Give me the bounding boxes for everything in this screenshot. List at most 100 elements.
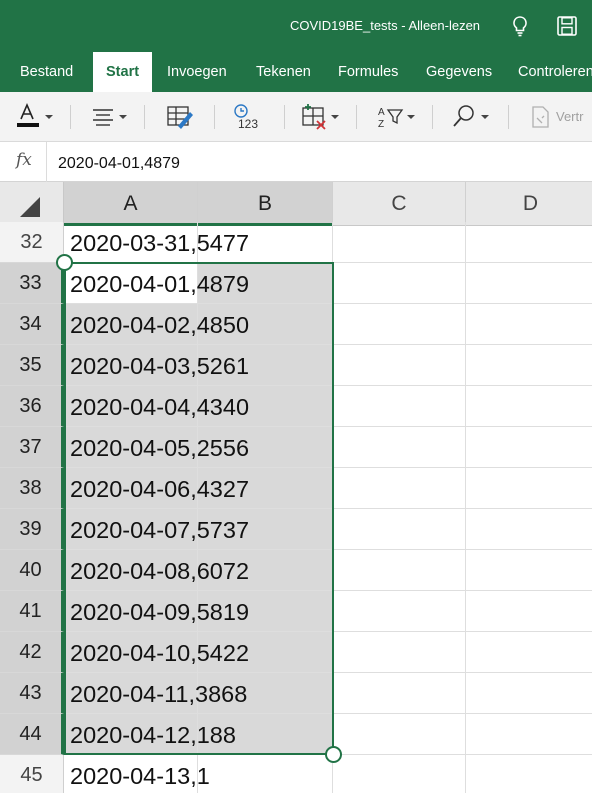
- cell-c36[interactable]: [333, 386, 466, 427]
- format-table-button[interactable]: [164, 102, 196, 132]
- cell-c43[interactable]: [333, 673, 466, 714]
- column-header-b[interactable]: B: [198, 182, 333, 226]
- row-header[interactable]: 45: [0, 755, 64, 793]
- cell-text-a44: 2020-04-12,188: [70, 722, 236, 748]
- row-header[interactable]: 34: [0, 304, 64, 345]
- toolbar-separator: [284, 105, 285, 129]
- cell-d35[interactable]: [466, 345, 592, 386]
- tab-formules[interactable]: Formules: [338, 64, 398, 80]
- cell-c35[interactable]: [333, 345, 466, 386]
- format-table-icon: [167, 106, 193, 129]
- row-header[interactable]: 33: [0, 263, 64, 304]
- cell-c45[interactable]: [333, 755, 466, 793]
- cell-d42[interactable]: [466, 632, 592, 673]
- row-header[interactable]: 35: [0, 345, 64, 386]
- ribbon-toolbar: 123 A Z Vertr: [0, 92, 592, 142]
- column-header-c[interactable]: C: [333, 182, 466, 226]
- number-format-label: 123: [238, 117, 258, 131]
- cell-text-a35: 2020-04-03,5261: [70, 353, 250, 379]
- svg-text:Z: Z: [378, 119, 384, 130]
- row-header[interactable]: 42: [0, 632, 64, 673]
- chevron-down-icon: [45, 115, 53, 119]
- cell-c40[interactable]: [333, 550, 466, 591]
- insert-delete-cells-button[interactable]: [300, 102, 342, 132]
- column-header-d[interactable]: D: [466, 182, 592, 226]
- cell-d39[interactable]: [466, 509, 592, 550]
- save-icon[interactable]: [555, 14, 579, 38]
- toolbar-separator: [70, 105, 71, 129]
- row-header[interactable]: 40: [0, 550, 64, 591]
- row-header[interactable]: 36: [0, 386, 64, 427]
- cell-d38[interactable]: [466, 468, 592, 509]
- fx-icon[interactable]: fx: [16, 150, 32, 170]
- cell-d43[interactable]: [466, 673, 592, 714]
- cell-c41[interactable]: [333, 591, 466, 632]
- cell-d33[interactable]: [466, 263, 592, 304]
- truncated-button-label: Vertr: [556, 109, 584, 124]
- tab-invoegen[interactable]: Invoegen: [167, 64, 227, 80]
- title-bar: COVID19BE_tests - Alleen-lezen: [0, 0, 592, 52]
- formula-bar: fx 2020-04-01,4879: [0, 142, 592, 182]
- cell-c39[interactable]: [333, 509, 466, 550]
- document-title: COVID19BE_tests - Alleen-lezen: [290, 18, 481, 33]
- sort-filter-icon: A Z: [378, 107, 404, 130]
- cell-d36[interactable]: [466, 386, 592, 427]
- select-all-triangle-icon: [20, 197, 40, 217]
- tab-tekenen[interactable]: Tekenen: [256, 64, 311, 80]
- cell-c33[interactable]: [333, 263, 466, 304]
- select-all-corner[interactable]: [0, 182, 64, 226]
- formula-input[interactable]: 2020-04-01,4879: [58, 155, 180, 173]
- svg-text:A: A: [378, 107, 385, 118]
- cell-d37[interactable]: [466, 427, 592, 468]
- tab-gegevens[interactable]: Gegevens: [426, 64, 492, 80]
- cell-d40[interactable]: [466, 550, 592, 591]
- cell-text-a45: 2020-04-13,1: [70, 763, 210, 789]
- selection-handle-top-left[interactable]: [56, 254, 73, 271]
- search-icon: [453, 105, 474, 127]
- row-header[interactable]: 43: [0, 673, 64, 714]
- tab-start[interactable]: Start: [93, 52, 153, 92]
- align-icon: [93, 109, 113, 126]
- cell-d45[interactable]: [466, 755, 592, 793]
- column-header-a[interactable]: A: [64, 182, 198, 226]
- cell-c32[interactable]: [333, 222, 466, 263]
- find-button[interactable]: [450, 102, 492, 132]
- toolbar-separator: [214, 105, 215, 129]
- row-header[interactable]: 37: [0, 427, 64, 468]
- row-header[interactable]: 41: [0, 591, 64, 632]
- cell-d44[interactable]: [466, 714, 592, 755]
- row-header[interactable]: 39: [0, 509, 64, 550]
- row-header[interactable]: 38: [0, 468, 64, 509]
- cell-c42[interactable]: [333, 632, 466, 673]
- insert-cells-icon: [302, 104, 326, 130]
- cell-text-a42: 2020-04-10,5422: [70, 640, 250, 666]
- ribbon-tabs: Bestand Start Invoegen Tekenen Formules …: [0, 52, 592, 92]
- align-button[interactable]: [90, 102, 132, 132]
- number-format-button[interactable]: 123: [232, 102, 266, 132]
- sort-filter-button[interactable]: A Z: [376, 102, 418, 132]
- cell-c34[interactable]: [333, 304, 466, 345]
- tab-bestand[interactable]: Bestand: [20, 64, 73, 80]
- tab-controleren[interactable]: Controleren: [518, 64, 592, 80]
- selection-handle-bottom-right[interactable]: [325, 746, 342, 763]
- formula-separator: [46, 142, 47, 182]
- cell-d32[interactable]: [466, 222, 592, 263]
- spreadsheet-grid: A B C D 32 2020-03-31,5477 33 2020-04-01,48…: [0, 182, 592, 793]
- row-header[interactable]: 32: [0, 222, 64, 263]
- cell-c37[interactable]: [333, 427, 466, 468]
- cell-c38[interactable]: [333, 468, 466, 509]
- lightbulb-icon[interactable]: [508, 14, 532, 38]
- cell-b45[interactable]: [198, 755, 333, 793]
- chevron-down-icon: [331, 115, 339, 119]
- cell-d41[interactable]: [466, 591, 592, 632]
- font-color-icon: [17, 102, 39, 127]
- cell-d34[interactable]: [466, 304, 592, 345]
- cell-text-a40: 2020-04-08,6072: [70, 558, 250, 584]
- toolbar-separator: [144, 105, 145, 129]
- toolbar-separator: [432, 105, 433, 129]
- cell-text-a41: 2020-04-09,5819: [70, 599, 250, 625]
- cell-text-a32: 2020-03-31,5477: [70, 230, 250, 256]
- cell-c44[interactable]: [333, 714, 466, 755]
- font-color-button[interactable]: [14, 102, 56, 132]
- row-header[interactable]: 44: [0, 714, 64, 755]
